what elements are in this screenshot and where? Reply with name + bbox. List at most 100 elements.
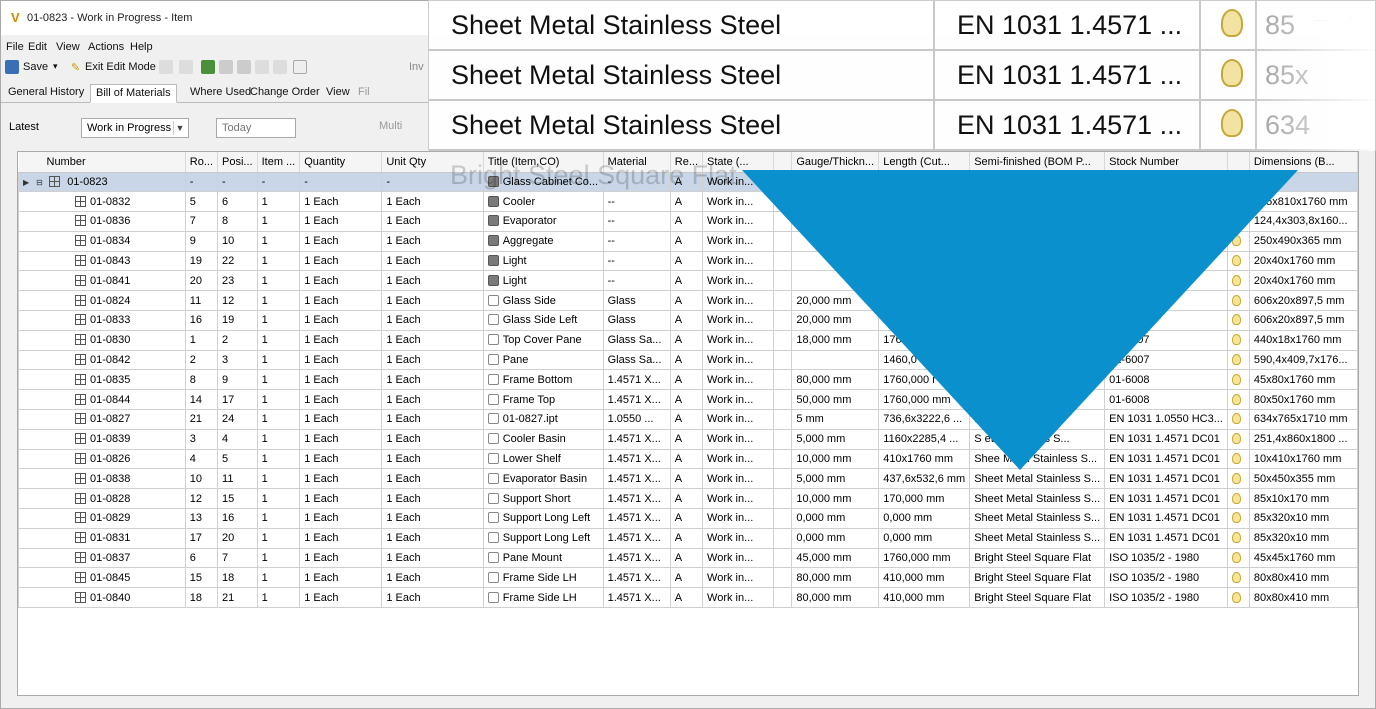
state-select[interactable]: Work in Progress ▼ <box>81 118 189 138</box>
column-header[interactable]: Gauge/Thickn... <box>791 152 880 173</box>
item-number[interactable]: 01-0841 <box>90 275 130 287</box>
save-dropdown-icon[interactable]: ▾ <box>53 61 58 72</box>
cell-row: 15 <box>184 567 219 589</box>
item-number[interactable]: 01-0834 <box>90 235 130 247</box>
exit-edit-mode-button[interactable]: Exit Edit Mode <box>85 61 156 73</box>
version-label[interactable]: Latest <box>4 118 54 138</box>
copy-icon[interactable] <box>159 60 173 74</box>
item-type-icon <box>487 571 499 583</box>
toolbar-extra-button[interactable]: Inv <box>409 61 424 73</box>
tab-more[interactable]: Fil <box>353 84 375 103</box>
tab-change-order[interactable]: Change Order <box>245 84 325 103</box>
column-header[interactable]: Title (Item,CO) <box>483 152 604 173</box>
find-icon[interactable] <box>273 60 287 74</box>
cell-number: 01-0834 <box>18 230 186 252</box>
cell-number: 01-0837 <box>18 547 186 569</box>
column-header[interactable]: Dimensions (B... <box>1249 152 1358 173</box>
item-number[interactable]: 01-0826 <box>90 453 130 465</box>
menu-view[interactable]: View <box>56 41 80 53</box>
save-icon[interactable] <box>5 60 19 74</box>
item-number[interactable]: 01-0844 <box>90 394 130 406</box>
column-header[interactable]: Unit Qty <box>381 152 484 173</box>
item-number[interactable]: 01-0840 <box>90 592 130 604</box>
item-number[interactable]: 01-0827 <box>90 413 130 425</box>
date-select[interactable]: Today <box>216 118 296 138</box>
column-header[interactable]: Quantity <box>299 152 383 173</box>
paste-icon[interactable] <box>179 60 193 74</box>
column-header[interactable]: Length (Cut... <box>878 152 971 173</box>
column-header[interactable] <box>773 152 793 173</box>
zoom-separator <box>933 101 935 149</box>
multi-level-button[interactable]: Multi <box>379 120 402 132</box>
cell-number: 01-0827 <box>18 409 186 430</box>
lightbulb-icon <box>1231 552 1241 564</box>
item-number[interactable]: 01-0833 <box>90 314 130 326</box>
cell-title: Pane Mount <box>482 547 604 569</box>
table-row[interactable]: 01-0831 17 20 1 1 Each 1 Each Support Long Lef… <box>18 527 1358 549</box>
attach-icon[interactable] <box>255 60 269 74</box>
column-header[interactable]: Material <box>603 152 671 173</box>
column-header[interactable]: Item ... <box>257 152 301 173</box>
column-header[interactable] <box>1227 152 1250 173</box>
table-row[interactable]: 01-0828 12 15 1 1 Each 1 Each Support Short 1.4… <box>18 488 1358 510</box>
cell-rev: A <box>669 230 704 252</box>
column-header[interactable]: Posi... <box>217 152 258 173</box>
column-header[interactable]: Stock Number <box>1104 152 1228 173</box>
lightbulb-icon <box>1221 9 1243 37</box>
item-number[interactable]: 01-0828 <box>90 493 130 505</box>
item-number[interactable]: 01-0842 <box>90 354 130 366</box>
item-title: 01-0827.ipt <box>502 413 558 426</box>
table-row[interactable]: 01-0838 10 11 1 1 Each 1 Each Evaporator Basin… <box>18 468 1358 490</box>
help-icon[interactable] <box>293 60 307 74</box>
zoom-separator <box>933 51 935 99</box>
tab-bill-of-materials[interactable]: Bill of Materials <box>90 84 177 103</box>
column-header[interactable]: Re... <box>670 152 704 173</box>
menu-help[interactable]: Help <box>130 41 153 53</box>
column-header[interactable]: Number <box>18 152 186 173</box>
column-header[interactable]: Ro... <box>185 152 219 173</box>
tab-history[interactable]: History <box>45 84 89 103</box>
cell-row: 14 <box>184 389 219 411</box>
preview-icon[interactable] <box>237 60 251 74</box>
table-row[interactable]: 01-0837 6 7 1 1 Each 1 Each Pane Mount 1.4571 X… <box>18 547 1358 569</box>
print-icon[interactable] <box>219 60 233 74</box>
save-button[interactable]: Save <box>23 61 48 73</box>
cell-qty: 1 Each <box>299 270 383 292</box>
assembly-icon <box>49 175 61 187</box>
item-title: Evaporator Basin <box>502 472 588 485</box>
cell-thick: 45,000 mm <box>791 547 880 569</box>
item-number[interactable]: 01-0836 <box>90 215 130 227</box>
table-row[interactable]: 01-0845 15 18 1 1 Each 1 Each Frame Side LH 1.4… <box>18 567 1358 589</box>
item-number[interactable]: 01-0839 <box>90 433 130 445</box>
item-number[interactable]: 01-0824 <box>90 295 130 307</box>
part-icon <box>75 314 86 326</box>
cell-pos: 10 <box>217 230 258 252</box>
item-number[interactable]: 01-0829 <box>90 512 130 524</box>
item-number[interactable]: 01-0838 <box>90 473 130 485</box>
menu-file[interactable]: File <box>6 41 24 53</box>
item-number[interactable]: 01-0835 <box>90 374 130 386</box>
cell-pos: 15 <box>217 488 258 510</box>
column-header[interactable]: State (... <box>702 152 775 173</box>
table-row[interactable]: 01-0840 18 21 1 1 Each 1 Each Frame Side LH 1.4… <box>18 587 1358 609</box>
tab-view[interactable]: View <box>321 84 355 103</box>
column-header[interactable]: Semi-finished (BOM P... <box>969 152 1106 173</box>
item-number[interactable]: 01-0832 <box>90 196 130 208</box>
item-number[interactable]: 01-0831 <box>90 532 130 544</box>
menu-edit[interactable]: Edit <box>28 41 47 53</box>
cell-stock: ISO 1035/2 - 1980 <box>1104 567 1228 589</box>
expand-arrow-icon[interactable]: ▶ <box>23 178 33 187</box>
table-row[interactable]: 01-0829 13 16 1 1 Each 1 Each Support Long Lef… <box>18 508 1358 529</box>
collapse-icon[interactable]: ⊟ <box>36 178 46 187</box>
item-number[interactable]: 01-0837 <box>90 552 130 564</box>
item-type-icon <box>487 255 499 267</box>
item-number[interactable]: 01-0845 <box>90 572 130 584</box>
cell-rev: A <box>669 389 704 411</box>
refresh-icon[interactable] <box>201 60 215 74</box>
menu-actions[interactable]: Actions <box>88 41 124 53</box>
item-number[interactable]: 01-0843 <box>90 255 130 267</box>
cell-rev: A <box>669 369 704 391</box>
chevron-down-icon[interactable]: ▼ <box>173 121 186 135</box>
cell-title: Cooler Basin <box>482 428 604 450</box>
item-number[interactable]: 01-0830 <box>90 334 130 346</box>
